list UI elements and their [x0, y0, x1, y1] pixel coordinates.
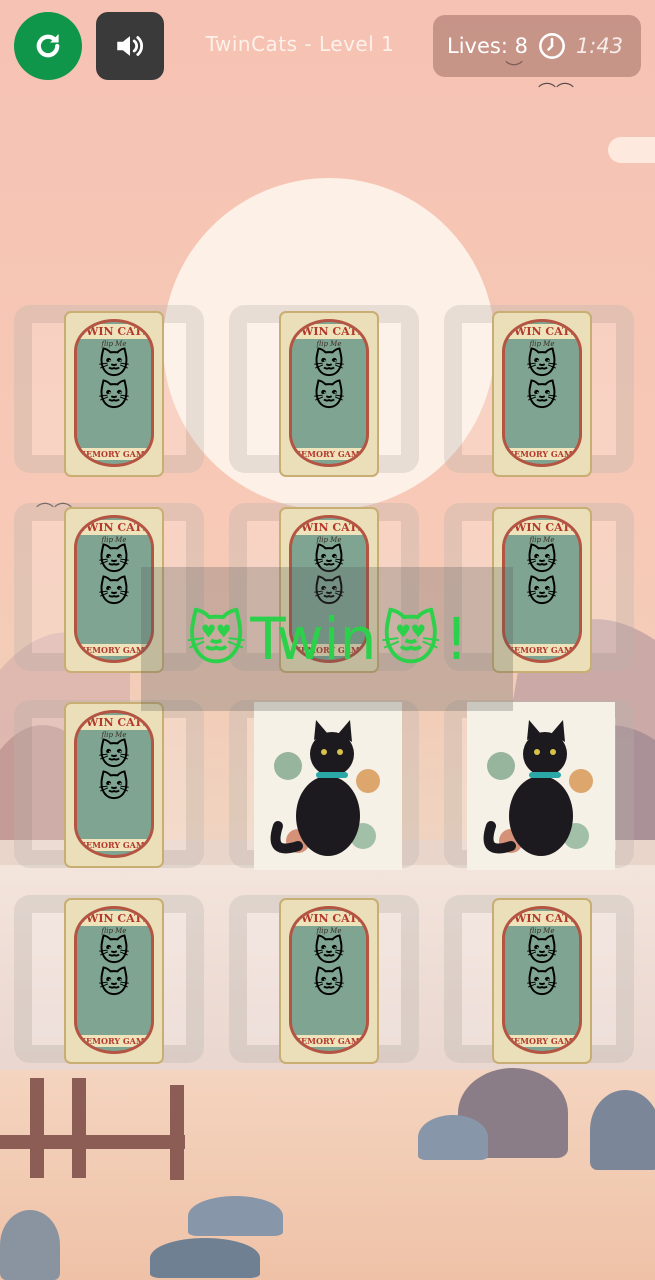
beach-rock — [590, 1090, 655, 1170]
tabby-cat-icon: 🐱 — [313, 966, 345, 1001]
pier-post — [170, 1085, 184, 1180]
tabby-cat-icon: 🐱 — [526, 575, 558, 610]
beach-rock — [188, 1196, 283, 1236]
card-back-art: TWIN CATS flip Me 🐱 🐱 MEMORY GAME — [502, 515, 582, 663]
background-cloud — [608, 137, 655, 163]
tabby-cat-icon: 🐱 — [526, 543, 558, 578]
pier-post — [72, 1078, 86, 1178]
card-back-title: TWIN CATS — [77, 911, 151, 926]
card-back-art: TWIN CATS flip Me 🐱 🐱 MEMORY GAME — [74, 906, 154, 1054]
tabby-cat-icon: 🐱 — [98, 347, 130, 382]
match-text: Twin — [250, 605, 377, 673]
card-face-up — [254, 702, 402, 870]
tabby-cat-icon: 🐱 — [98, 543, 130, 578]
tabby-cat-icon: 🐱 — [526, 347, 558, 382]
card-back-footer: MEMORY GAME — [77, 1035, 151, 1047]
card-back-title: TWIN CATS — [77, 324, 151, 339]
card-back-art: TWIN CATS flip Me 🐱 🐱 MEMORY GAME — [502, 319, 582, 467]
card-face-down[interactable]: TWIN CATS flip Me 🐱 🐱 MEMORY GAME — [281, 900, 377, 1062]
card-back-footer: MEMORY GAME — [505, 1035, 579, 1047]
card-back-footer: MEMORY GAME — [505, 644, 579, 656]
card-back-art: TWIN CATS flip Me 🐱 🐱 MEMORY GAME — [289, 319, 369, 467]
sound-toggle-button[interactable] — [96, 12, 164, 80]
pier-deck — [0, 1135, 185, 1149]
match-exclaim: ! — [444, 605, 469, 673]
game-title: TwinCats - Level 1 — [205, 32, 395, 56]
card-back-art: TWIN CATS flip Me 🐱 🐱 MEMORY GAME — [74, 319, 154, 467]
card-back-footer: MEMORY GAME — [77, 448, 151, 460]
timer-value: 1:43 — [575, 34, 624, 58]
speaker-icon — [117, 36, 143, 56]
card-face-down[interactable]: TWIN CATS flip Me 🐱 🐱 MEMORY GAME — [494, 900, 590, 1062]
card-back-title: TWIN CATS — [505, 324, 579, 339]
beach-rock — [418, 1115, 488, 1160]
tabby-cat-icon: 🐱 — [313, 347, 345, 382]
card-face-up — [467, 702, 615, 870]
black-cat-icon — [483, 720, 593, 856]
card-back-title: TWIN CATS — [292, 520, 366, 535]
card-back-footer: MEMORY GAME — [505, 448, 579, 460]
card-back-title: TWIN CATS — [77, 715, 151, 730]
match-banner: 😻 Twin 😻 ! — [141, 567, 513, 711]
restart-button[interactable] — [14, 12, 82, 80]
tabby-cat-icon: 🐱 — [98, 770, 130, 805]
beach-rock — [0, 1210, 60, 1280]
card-back-title: TWIN CATS — [77, 520, 151, 535]
tabby-cat-icon: 🐱 — [526, 934, 558, 969]
card-face-down[interactable]: TWIN CATS flip Me 🐱 🐱 MEMORY GAME — [66, 704, 162, 866]
card-back-art: TWIN CATS flip Me 🐱 🐱 MEMORY GAME — [74, 710, 154, 858]
lives-counter: Lives: 8 — [447, 34, 528, 58]
tabby-cat-icon: 🐱 — [98, 575, 130, 610]
beach-rock — [150, 1238, 260, 1278]
card-back-title: TWIN CATS — [505, 911, 579, 926]
card-back-footer: MEMORY GAME — [292, 1035, 366, 1047]
heart-eyes-cat-icon: 😻 — [380, 605, 441, 673]
card-face-down[interactable]: TWIN CATS flip Me 🐱 🐱 MEMORY GAME — [66, 900, 162, 1062]
card-face-down[interactable]: TWIN CATS flip Me 🐱 🐱 MEMORY GAME — [494, 313, 590, 475]
heart-eyes-cat-icon: 😻 — [185, 605, 247, 673]
tabby-cat-icon: 🐱 — [98, 379, 130, 414]
card-back-title: TWIN CATS — [505, 520, 579, 535]
card-back-title: TWIN CATS — [292, 324, 366, 339]
card-back-title: TWIN CATS — [292, 911, 366, 926]
card-back-footer: MEMORY GAME — [292, 448, 366, 460]
tabby-cat-icon: 🐱 — [98, 934, 130, 969]
card-face-down[interactable]: TWIN CATS flip Me 🐱 🐱 MEMORY GAME — [281, 313, 377, 475]
card-back-art: TWIN CATS flip Me 🐱 🐱 MEMORY GAME — [502, 906, 582, 1054]
restart-icon — [36, 33, 60, 58]
card-back-footer: MEMORY GAME — [77, 839, 151, 851]
status-panel: Lives: 8 1:43 — [433, 15, 641, 77]
match-message: 😻 Twin 😻 ! — [186, 605, 468, 673]
black-cat-icon — [270, 720, 380, 856]
card-face-down[interactable]: TWIN CATS flip Me 🐱 🐱 MEMORY GAME — [66, 313, 162, 475]
tabby-cat-icon: 🐱 — [313, 934, 345, 969]
tabby-cat-icon: 🐱 — [98, 966, 130, 1001]
card-back-art: TWIN CATS flip Me 🐱 🐱 MEMORY GAME — [289, 906, 369, 1054]
tabby-cat-icon: 🐱 — [526, 379, 558, 414]
tabby-cat-icon: 🐱 — [313, 379, 345, 414]
clock-icon — [538, 33, 565, 59]
tabby-cat-icon: 🐱 — [98, 738, 130, 773]
pier-post — [30, 1078, 44, 1178]
tabby-cat-icon: 🐱 — [526, 966, 558, 1001]
